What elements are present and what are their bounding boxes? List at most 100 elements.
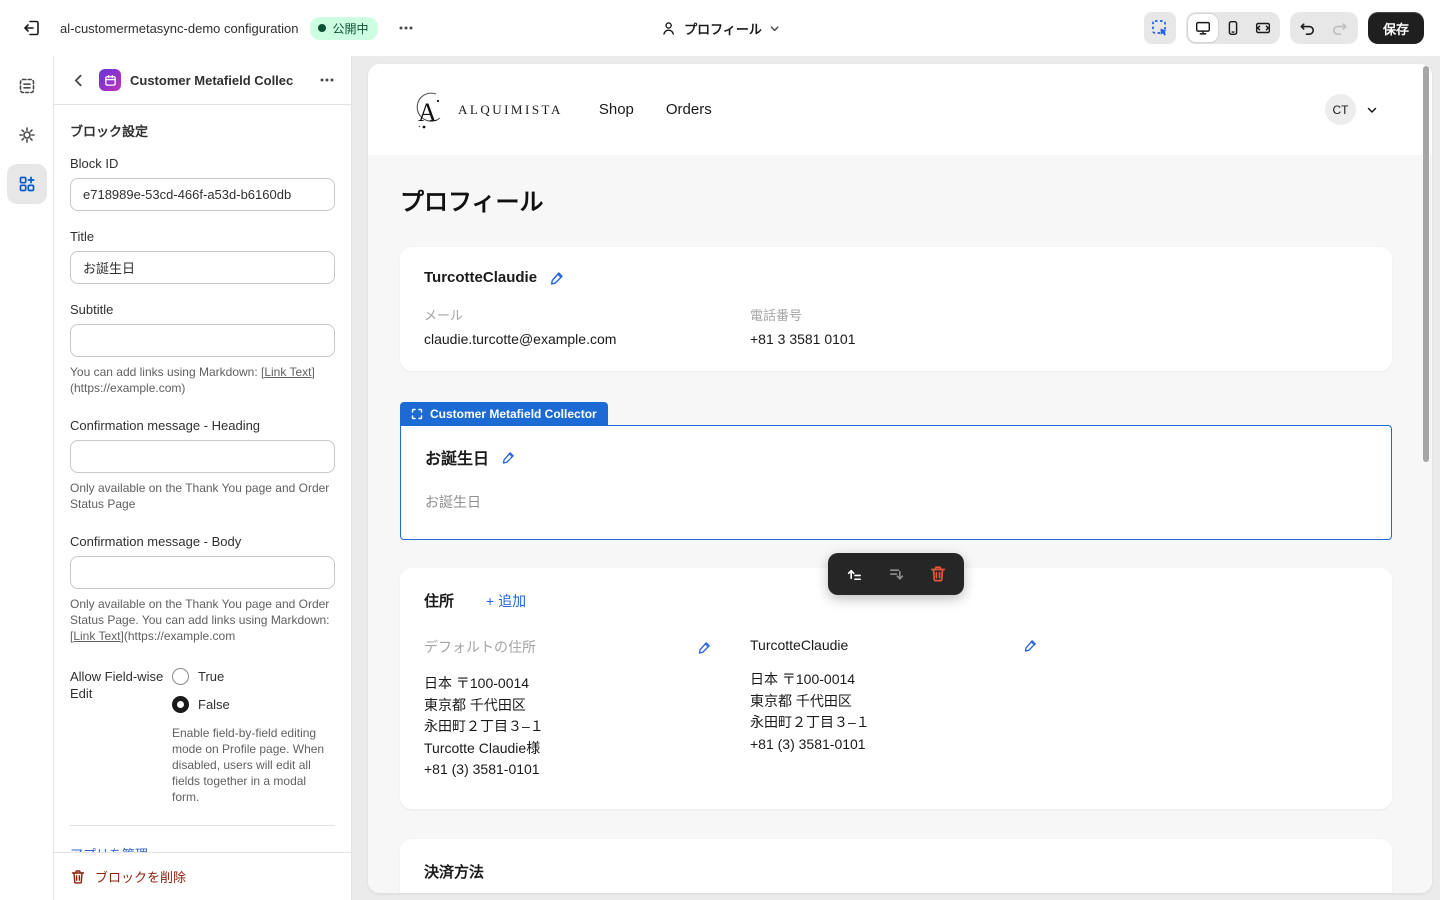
metafield-title: お誕生日 [425, 445, 489, 469]
conf-body-input[interactable] [70, 556, 335, 589]
payment-title: 決済方法 [424, 861, 1368, 882]
sections-tab-button[interactable] [7, 66, 47, 106]
preview-backdrop: A ALQUIMISTA Shop Orders CT [352, 56, 1440, 900]
subtitle-help: You can add links using Markdown: [Link … [70, 364, 335, 396]
preview-scrollbar[interactable] [1423, 66, 1429, 462]
radio-unchecked-icon [172, 668, 189, 685]
payment-card: 決済方法 JPY ¥ [400, 839, 1392, 894]
conf-heading-input[interactable] [70, 440, 335, 473]
desktop-preview-button[interactable] [1188, 14, 1218, 42]
edit-pencil-icon[interactable] [549, 270, 565, 286]
exit-icon [22, 18, 42, 38]
back-button[interactable] [66, 68, 90, 92]
delete-block-button[interactable] [929, 565, 947, 583]
theme-settings-tab-button[interactable] [7, 115, 47, 155]
chevron-down-icon [769, 23, 780, 34]
store-header: A ALQUIMISTA Shop Orders CT [368, 64, 1432, 155]
address-card: 住所 + 追加 デフォルトの住所 [400, 568, 1392, 809]
address-secondary: TurcotteClaudie 日本 〒100-0014 東京都 千代田区 [750, 637, 1038, 781]
edit-pencil-icon[interactable] [697, 640, 712, 655]
nav-shop-link[interactable]: Shop [599, 101, 634, 118]
app-block-body: お誕生日 お誕生日 [400, 425, 1392, 540]
device-preview-group [1186, 12, 1280, 44]
brand-mark-icon: A [410, 89, 450, 131]
undo-button[interactable] [1292, 14, 1324, 42]
address-lines: 日本 〒100-0014 東京都 千代田区 永田町２丁目３–１ +81 (3) … [750, 669, 1038, 755]
mobile-icon [1224, 19, 1242, 37]
app-blocks-icon [17, 174, 37, 194]
fullwidth-preview-button[interactable] [1248, 14, 1278, 42]
selected-app-block[interactable]: Customer Metafield Collector お誕生日 お誕生日 [400, 402, 1392, 540]
address-label: デフォルトの住所 [424, 637, 536, 657]
fieldwise-false-radio[interactable]: False [172, 696, 230, 713]
move-block-up-button[interactable] [845, 565, 864, 584]
fieldwise-label: Allow Field-wise Edit [70, 668, 172, 713]
inspect-cursor-icon [1150, 18, 1170, 38]
status-dot-icon [318, 24, 326, 32]
more-actions-button[interactable] [390, 12, 422, 44]
edit-pencil-icon[interactable] [1023, 638, 1038, 653]
trash-icon [929, 565, 947, 583]
redo-icon [1330, 19, 1349, 38]
chevron-left-icon [71, 73, 86, 88]
title-input[interactable] [70, 251, 335, 284]
store-body: プロフィール TurcotteClaudie メール [368, 155, 1432, 893]
phone-value: +81 3 3581 0101 [750, 331, 1368, 347]
block-corners-icon [411, 408, 423, 420]
brand-name: ALQUIMISTA [458, 102, 563, 118]
conf-body-help: Only available on the Thank You page and… [70, 596, 335, 644]
inspect-mode-button[interactable] [1144, 12, 1176, 44]
address-label: TurcotteClaudie [750, 637, 848, 653]
mobile-preview-button[interactable] [1218, 14, 1248, 42]
desktop-icon [1194, 19, 1212, 37]
divider [70, 825, 335, 826]
conf-heading-help: Only available on the Thank You page and… [70, 480, 335, 512]
gear-icon [17, 125, 37, 145]
panel-scroll-area[interactable]: ブロック設定 Block ID Title Subtitle You can a… [54, 105, 351, 852]
panel-title: Customer Metafield Collec [130, 73, 304, 88]
editor-topbar: al-customermetasync-demo configuration 公… [0, 0, 1440, 56]
page-selector-label: プロフィール [684, 19, 762, 38]
editor-icon-rail [0, 56, 54, 900]
customer-name: TurcotteClaudie [424, 269, 537, 286]
svg-text:A: A [418, 98, 437, 127]
redo-button[interactable] [1324, 14, 1356, 42]
chevron-down-icon [1366, 104, 1378, 116]
profile-card: TurcotteClaudie メール claudie.turcotte@exa… [400, 247, 1392, 371]
remove-block-button[interactable]: ブロックを削除 [54, 852, 351, 900]
trash-icon [70, 869, 86, 885]
add-address-link[interactable]: + 追加 [486, 591, 526, 611]
block-toolbar [828, 553, 964, 595]
storefront-preview: A ALQUIMISTA Shop Orders CT [368, 64, 1432, 893]
move-block-down-button[interactable] [887, 565, 906, 584]
block-more-button[interactable] [313, 66, 341, 94]
move-down-icon [887, 565, 906, 584]
conf-body-label: Confirmation message - Body [70, 534, 335, 549]
title-label: Title [70, 229, 335, 244]
address-title: 住所 [424, 590, 454, 611]
theme-title: al-customermetasync-demo configuration [60, 21, 298, 36]
subtitle-label: Subtitle [70, 302, 335, 317]
move-up-icon [845, 565, 864, 584]
nav-orders-link[interactable]: Orders [666, 101, 712, 118]
app-embeds-tab-button[interactable] [7, 164, 47, 204]
metafield-placeholder: お誕生日 [425, 492, 1367, 512]
store-logo[interactable]: A ALQUIMISTA [410, 89, 563, 131]
page-selector[interactable]: プロフィール [660, 0, 780, 56]
person-icon [660, 20, 677, 37]
section-title: ブロック設定 [70, 121, 335, 140]
exit-editor-button[interactable] [16, 12, 48, 44]
edit-pencil-icon[interactable] [501, 450, 516, 465]
account-menu[interactable]: CT [1325, 94, 1378, 125]
save-button[interactable]: 保存 [1368, 12, 1424, 44]
expand-width-icon [1254, 19, 1272, 37]
email-value: claudie.turcotte@example.com [424, 331, 750, 347]
subtitle-input[interactable] [70, 324, 335, 357]
page-title: プロフィール [400, 182, 1392, 217]
address-lines: 日本 〒100-0014 東京都 千代田区 永田町２丁目３–１ Turcotte… [424, 673, 712, 781]
block-id-input[interactable] [70, 178, 335, 211]
sections-icon [17, 76, 37, 96]
email-label: メール [424, 305, 750, 324]
app-block-tab: Customer Metafield Collector [400, 402, 608, 425]
fieldwise-true-radio[interactable]: True [172, 668, 230, 685]
